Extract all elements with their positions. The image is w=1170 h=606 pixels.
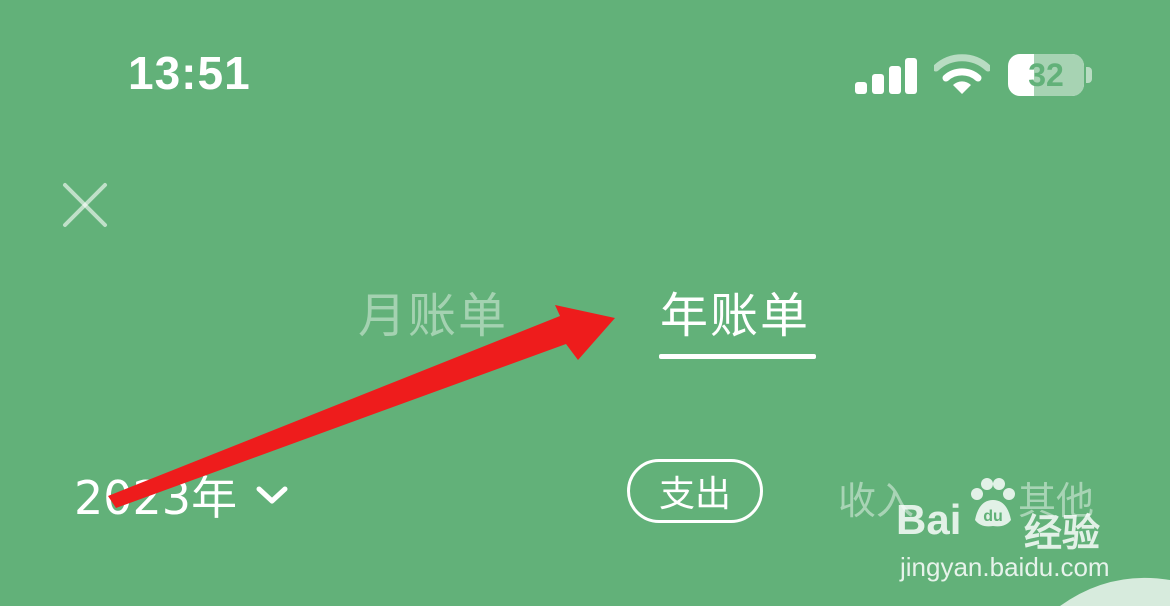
tab-yearly-bill[interactable]: 年账单 — [660, 276, 810, 346]
paw-icon: du — [971, 478, 1015, 527]
close-icon[interactable] — [60, 180, 110, 230]
watermark-logo-sub: 经验 — [1024, 511, 1101, 555]
status-time: 13:51 — [128, 47, 251, 99]
watermark-corner-shape — [1060, 577, 1170, 606]
watermark-logo-text: Bai — [896, 496, 962, 543]
filter-expense-label: 支出 — [658, 474, 731, 515]
battery-level: 32 — [1028, 57, 1064, 93]
wifi-icon — [934, 54, 990, 94]
chevron-down-icon — [256, 486, 288, 504]
signal-icon — [855, 58, 917, 94]
battery-icon: 32 — [1008, 54, 1084, 96]
active-tab-indicator — [659, 354, 816, 359]
year-value: 2023年 — [74, 471, 238, 525]
filter-expense-button[interactable]: 支出 — [627, 459, 763, 523]
year-selector[interactable]: 2023年 — [74, 462, 289, 528]
battery-cap — [1086, 67, 1092, 83]
svg-text:du: du — [983, 508, 1003, 525]
tab-monthly-bill[interactable]: 月账单 — [358, 276, 508, 346]
